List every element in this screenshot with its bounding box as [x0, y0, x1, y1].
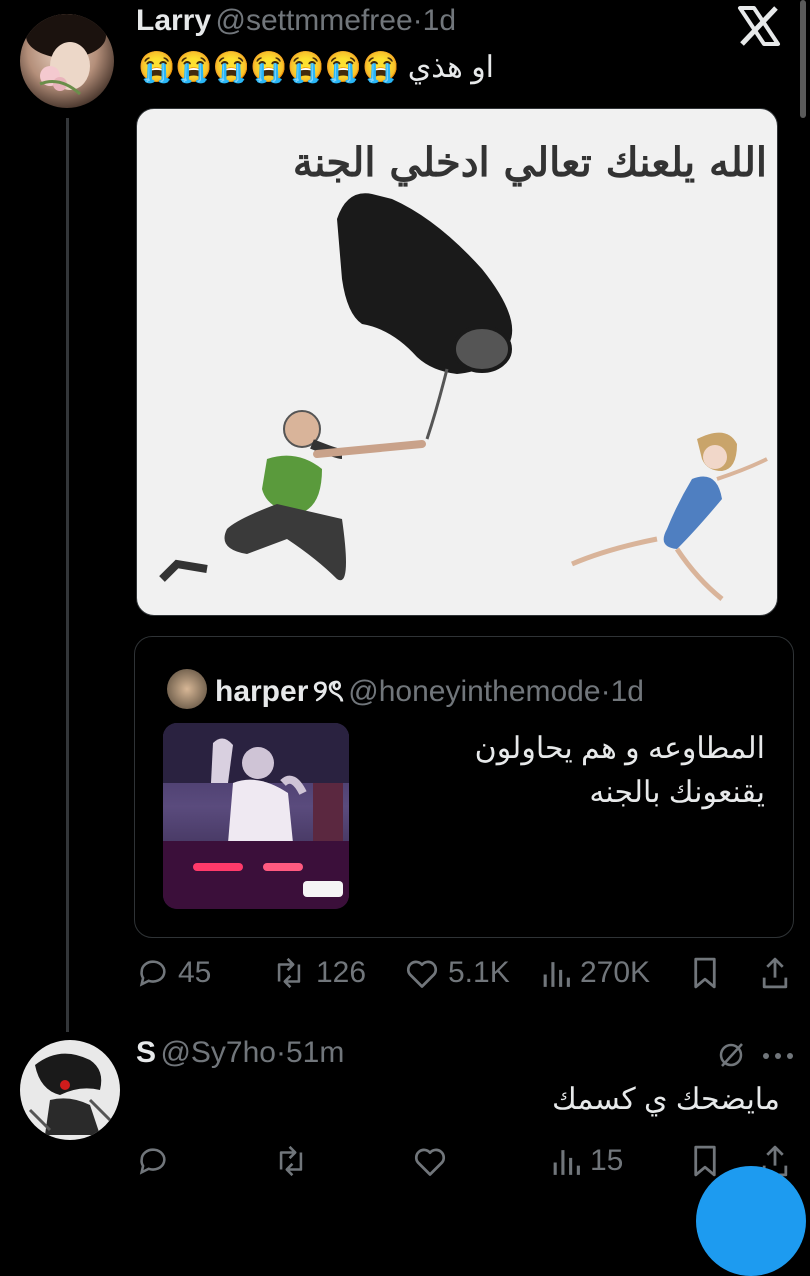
quoted-name-suffix: ୨ৎ [312, 675, 344, 708]
tweet-header: Larry @settmmefree·1d [136, 4, 456, 38]
tweet-text: او هذي 😭😭😭😭😭😭😭 [138, 51, 495, 84]
reply-header: S @Sy7ho·51m [136, 1036, 344, 1070]
reply-reply-button[interactable] [136, 1144, 170, 1178]
reply-text: مايضحك ي كسمك [551, 1083, 780, 1116]
cartoon-illustration [159, 193, 768, 601]
quoted-separator-dot: · [600, 675, 611, 708]
quoted-text-line-1: المطاوعه و هم يحاولون [474, 732, 765, 765]
avatar-image [26, 14, 106, 96]
quoted-display-name[interactable]: harper [215, 675, 308, 708]
repost-icon [277, 957, 301, 989]
reply-repost-button[interactable] [272, 1144, 310, 1178]
tweet-media-image[interactable]: الله يلعنك تعالي ادخلي الجنة [136, 108, 778, 616]
user-handle[interactable]: @settmmefree [216, 4, 413, 37]
thread-connector-line [66, 118, 69, 1032]
quoted-avatar[interactable] [167, 669, 207, 709]
quoted-header: harper ୨ৎ @honeyinthemode·1d [215, 667, 644, 718]
like-count: 5.1K [448, 956, 510, 989]
share-button[interactable] [760, 956, 790, 990]
views-count: 270K [580, 956, 651, 989]
repost-count: 126 [316, 956, 367, 989]
like-button[interactable]: 5.1K [404, 956, 510, 990]
slash-circle-icon[interactable] [716, 1040, 746, 1070]
reply-time[interactable]: 51m [286, 1036, 344, 1069]
heart-icon [414, 1148, 446, 1176]
tweet-time[interactable]: 1d [423, 4, 456, 37]
scrollbar[interactable] [800, 0, 806, 118]
avatar-larry[interactable] [20, 14, 114, 108]
views-button[interactable]: 270K [540, 956, 650, 990]
reply-icon [139, 960, 166, 987]
reply-user-handle[interactable]: @Sy7ho [160, 1036, 276, 1069]
quoted-text-line-2: يقنعونك بالجنه [589, 776, 765, 809]
reply-views-button[interactable]: 15 [550, 1144, 623, 1178]
quoted-video-thumbnail[interactable] [163, 723, 349, 909]
compose-fab-button[interactable] [696, 1166, 806, 1276]
reply-icon [139, 1148, 166, 1175]
reply-separator-dot: · [276, 1036, 286, 1069]
repost-button[interactable]: 126 [270, 956, 366, 990]
share-icon [762, 957, 788, 989]
avatar-s[interactable] [20, 1040, 120, 1140]
quoted-tweet-text: المطاوعه و هم يحاولون يقنعونك بالجنه [365, 727, 765, 815]
quoted-user-handle[interactable]: @honeyinthemode [348, 675, 600, 708]
reply-count: 45 [178, 956, 212, 989]
separator-dot: · [412, 4, 423, 37]
bookmark-icon [694, 1145, 716, 1177]
avatar-image [28, 1053, 112, 1135]
reply-bookmark-button[interactable] [690, 1144, 720, 1178]
quoted-tweet-time[interactable]: 1d [611, 675, 644, 708]
heart-icon [406, 960, 438, 988]
reply-display-name[interactable]: S [136, 1036, 156, 1069]
views-icon [553, 1150, 580, 1175]
video-thumbnail-art [163, 723, 349, 909]
reply-button[interactable]: 45 [136, 956, 211, 990]
x-logo-icon[interactable] [734, 4, 784, 48]
bookmark-button[interactable] [690, 956, 720, 990]
repost-icon [279, 1145, 303, 1177]
reply-views-count: 15 [590, 1144, 624, 1177]
bookmark-icon [694, 957, 716, 989]
more-icon[interactable] [760, 1046, 796, 1066]
reply-like-button[interactable] [412, 1144, 448, 1178]
views-icon [543, 962, 570, 987]
display-name[interactable]: Larry [136, 4, 211, 37]
quoted-tweet-card[interactable]: harper ୨ৎ @honeyinthemode·1d المطاوعه و … [134, 636, 794, 938]
